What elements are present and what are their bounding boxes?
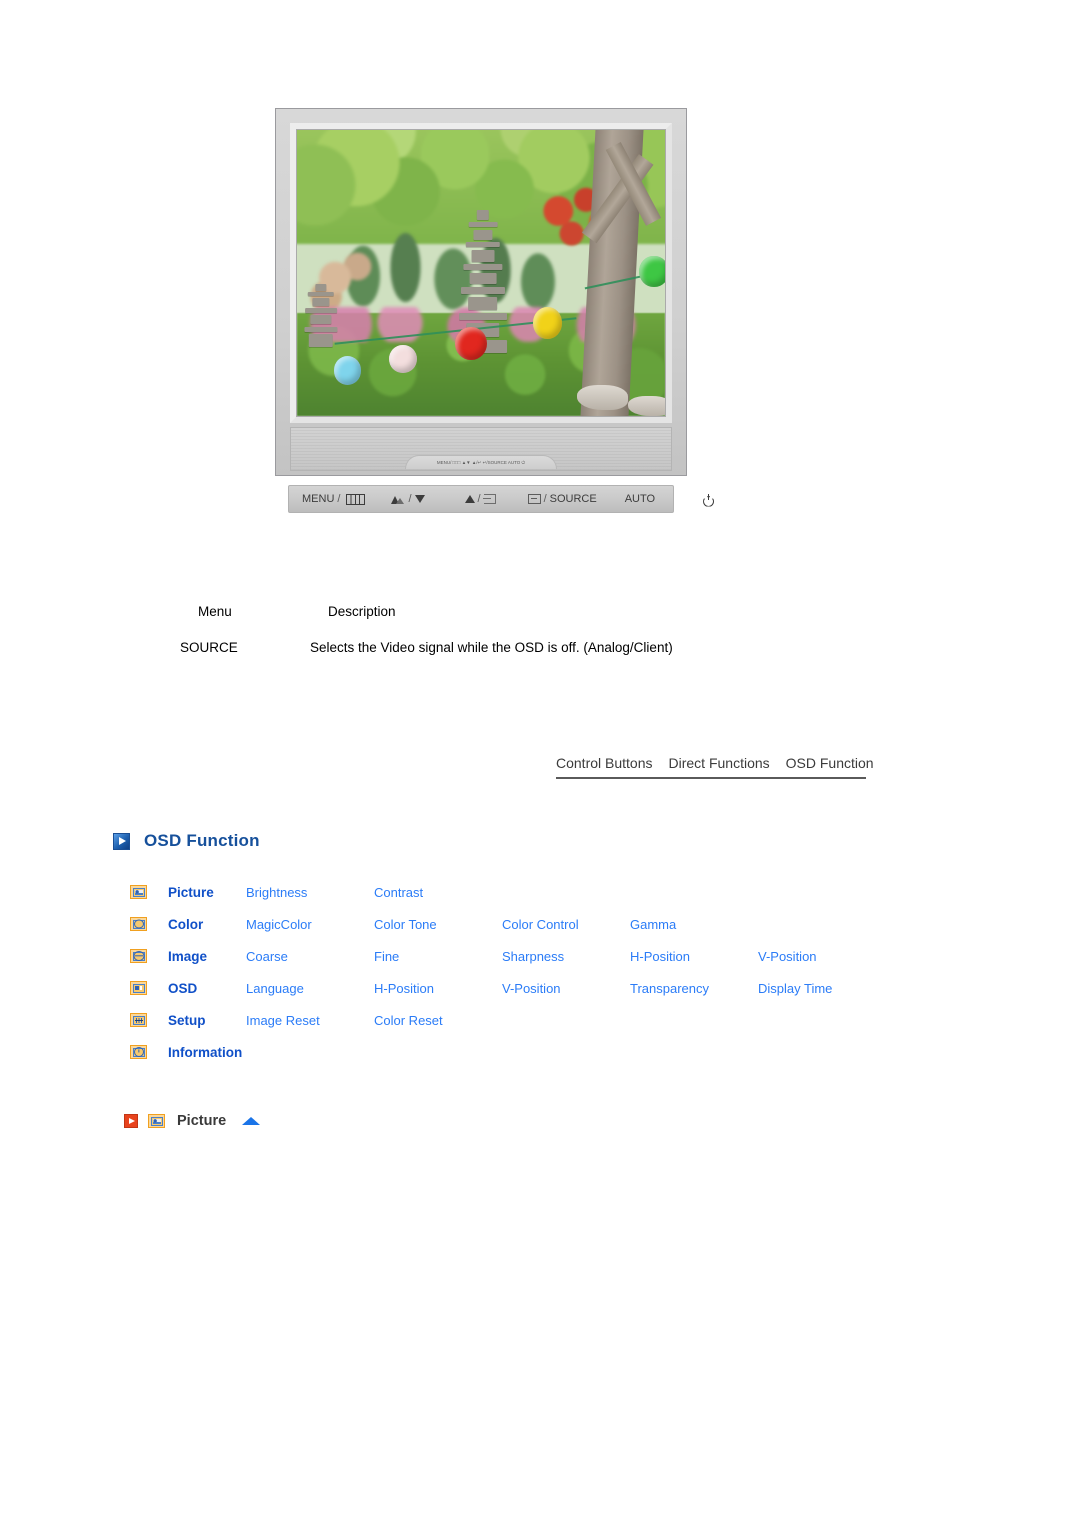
information-icon (130, 1045, 147, 1059)
osd-row-setup: Setup Image Reset Color Reset (130, 1004, 960, 1036)
control-button-up-exit[interactable]: / (464, 493, 496, 505)
monitor-screen-content (297, 130, 665, 416)
source-label: SOURCE (549, 493, 597, 505)
exit-icon (482, 494, 496, 504)
menu-label: MENU (302, 493, 335, 505)
monitor-bezel: MENU/ □□□ ▲▼ ▲/↵ ↵/SOURCE AUTO ⏻ (275, 108, 687, 476)
osd-category-information[interactable]: Information (168, 1045, 242, 1060)
osd-link-color-reset[interactable]: Color Reset (374, 1013, 502, 1028)
osd-link-h-position[interactable]: H-Position (630, 949, 758, 964)
osd-link-image-reset[interactable]: Image Reset (246, 1013, 374, 1028)
osd-row-picture: Picture Brightness Contrast (130, 876, 960, 908)
enter-icon (527, 494, 541, 504)
scene-lantern-yellow (532, 307, 562, 339)
osd-link-fine[interactable]: Fine (374, 949, 502, 964)
osd-link-gamma[interactable]: Gamma (630, 917, 758, 932)
table-row: SOURCE Selects the Video signal while th… (180, 640, 970, 655)
section-tab-nav: Control Buttons Direct Functions OSD Fun… (556, 755, 874, 779)
menu-description-table: Menu Description SOURCE Selects the Vide… (180, 604, 970, 655)
osd-link-v-position[interactable]: V-Position (758, 949, 886, 964)
blue-up-triangle-icon[interactable] (242, 1117, 261, 1125)
osd-icon (130, 981, 147, 995)
monitor-screen-frame (290, 123, 672, 423)
monitor-button-strip: MENU/ □□□ ▲▼ ▲/↵ ↵/SOURCE AUTO ⏻ (405, 455, 557, 469)
osd-category-image[interactable]: Image (168, 949, 246, 964)
osd-link-contrast[interactable]: Contrast (374, 885, 502, 900)
scene-rock-corner (628, 395, 665, 416)
osd-link-brightness[interactable]: Brightness (246, 885, 374, 900)
monitor-product-image: MENU/ □□□ ▲▼ ▲/↵ ↵/SOURCE AUTO ⏻ (275, 108, 687, 476)
image-icon (130, 949, 147, 963)
osd-function-table: Picture Brightness Contrast Color MagicC… (130, 876, 960, 1068)
monitor-control-button-bar: MENU / / / / SOURCE AUTO (288, 485, 710, 513)
separator-slash: / (477, 493, 481, 505)
page-title: OSD Function (144, 831, 260, 850)
osd-link-language[interactable]: Language (246, 981, 374, 996)
cell-menu-name: SOURCE (180, 640, 238, 655)
image-icon-cell (130, 949, 168, 963)
separator-slash: / (408, 493, 412, 505)
picture-icon-cell (130, 885, 168, 899)
osd-row-color: Color MagicColor Color Tone Color Contro… (130, 908, 960, 940)
scene-lantern-red (455, 327, 487, 361)
tab-control-buttons[interactable]: Control Buttons (556, 755, 653, 771)
osd-link-magiccolor[interactable]: MagicColor (246, 917, 374, 932)
color-icon-cell (130, 917, 168, 931)
auto-label: AUTO (624, 493, 656, 505)
osd-link-v-position[interactable]: V-Position (502, 981, 630, 996)
picture-icon (130, 885, 147, 899)
control-button-brightness-down[interactable]: / (391, 493, 425, 505)
scene-lantern-green (639, 255, 665, 288)
tab-osd-function[interactable]: OSD Function (786, 755, 874, 771)
setup-icon-cell (130, 1013, 168, 1027)
osd-link-color-control[interactable]: Color Control (502, 917, 630, 932)
column-header-menu: Menu (198, 604, 232, 619)
control-button-source[interactable]: / SOURCE (527, 493, 597, 505)
osd-category-osd[interactable]: OSD (168, 981, 246, 996)
picture-subsection-heading: Picture (124, 1113, 261, 1129)
osd-grid-icon (346, 493, 366, 505)
setup-icon (130, 1013, 147, 1027)
control-button-auto[interactable]: AUTO (625, 493, 655, 505)
monitor-lower-bezel: MENU/ □□□ ▲▼ ▲/↵ ↵/SOURCE AUTO ⏻ (290, 427, 672, 471)
osd-row-image: Image Coarse Fine Sharpness H-Position V… (130, 940, 960, 972)
control-button-menu[interactable]: MENU / (302, 493, 366, 505)
osd-link-sharpness[interactable]: Sharpness (502, 949, 630, 964)
osd-category-picture[interactable]: Picture (168, 885, 246, 900)
table-header-row: Menu Description (180, 604, 970, 619)
osd-link-color-tone[interactable]: Color Tone (374, 917, 502, 932)
subsection-title: Picture (177, 1113, 227, 1129)
osd-function-heading: OSD Function (113, 831, 260, 851)
osd-category-setup[interactable]: Setup (168, 1013, 246, 1028)
osd-row-information: Information (130, 1036, 960, 1068)
osd-category-color[interactable]: Color (168, 917, 246, 932)
osd-icon-cell (130, 981, 168, 995)
information-icon-cell (130, 1045, 168, 1059)
picture-icon (148, 1114, 165, 1128)
scene-rock-right (576, 384, 629, 411)
color-icon (130, 917, 147, 931)
scene-small-pagoda (304, 284, 338, 348)
blue-arrow-icon (113, 832, 130, 850)
separator-slash: / (543, 493, 547, 505)
osd-link-coarse[interactable]: Coarse (246, 949, 374, 964)
triangle-up-icon (464, 495, 475, 503)
red-arrow-icon (124, 1114, 138, 1128)
triangle-down-icon (414, 495, 425, 503)
power-icon (703, 493, 714, 505)
scene-lantern-pink (389, 344, 417, 374)
osd-link-transparency[interactable]: Transparency (630, 981, 758, 996)
tab-direct-functions[interactable]: Direct Functions (669, 755, 770, 771)
separator-slash: / (337, 493, 341, 505)
cell-menu-description: Selects the Video signal while the OSD i… (310, 640, 673, 655)
osd-row-osd: OSD Language H-Position V-Position Trans… (130, 972, 960, 1004)
mountain-brightness-icon (391, 495, 405, 504)
control-button-power[interactable] (703, 493, 714, 505)
column-header-description: Description (328, 604, 396, 619)
osd-link-display-time[interactable]: Display Time (758, 981, 886, 996)
scene-lantern-blue (333, 355, 362, 385)
osd-link-h-position[interactable]: H-Position (374, 981, 502, 996)
